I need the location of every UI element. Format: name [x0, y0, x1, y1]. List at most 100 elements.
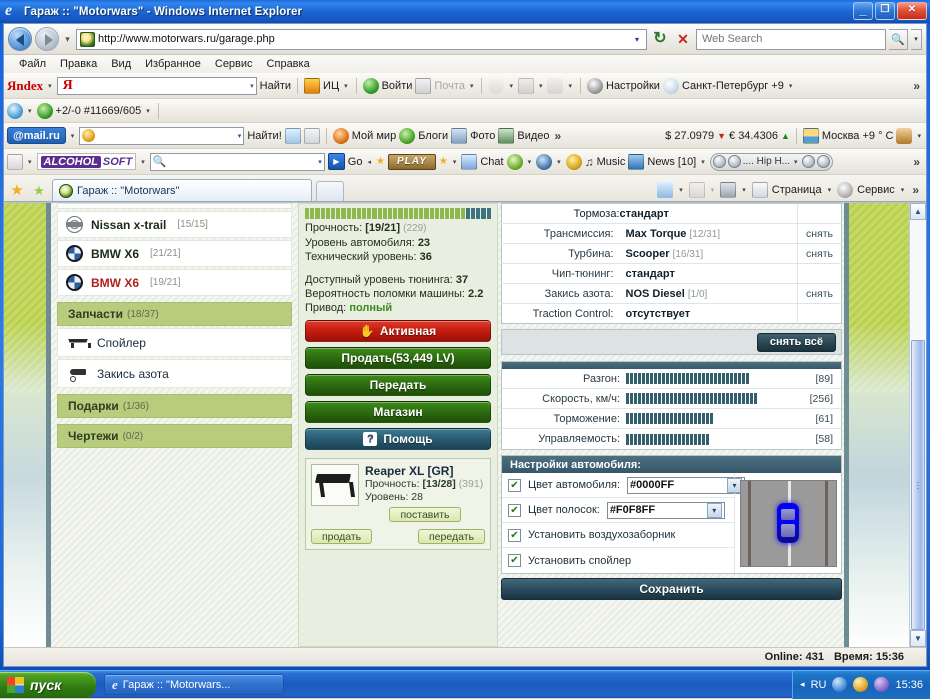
- rating-votes[interactable]: +2/-0: [56, 105, 81, 117]
- item-sell-button[interactable]: продать: [311, 529, 372, 544]
- table-row[interactable]: Чип-тюнинг: стандарт: [502, 264, 842, 284]
- news-chevron-icon[interactable]: ▾: [699, 158, 707, 166]
- browser-search-input[interactable]: [696, 29, 886, 50]
- spoiler-checkbox[interactable]: [508, 554, 521, 567]
- alcohol-search-input[interactable]: 🔍 ▾: [150, 153, 325, 171]
- yandex-ic-label[interactable]: ИЦ: [323, 80, 339, 92]
- tray-icon-network[interactable]: [832, 677, 847, 692]
- play-button[interactable]: PLAY: [388, 154, 436, 170]
- mailru-edit-icon[interactable]: [285, 128, 301, 144]
- table-row[interactable]: Traction Control: отсутствует: [502, 304, 842, 324]
- remove-all-button[interactable]: снять всё: [757, 333, 836, 352]
- home-icon[interactable]: [657, 182, 673, 198]
- tuning-action[interactable]: [798, 204, 842, 224]
- new-tab-button[interactable]: [316, 181, 344, 201]
- mailru-link-blogs[interactable]: Блоги: [418, 130, 448, 142]
- alcohol-menu-chevron-icon[interactable]: ▾: [139, 158, 147, 166]
- sidebar-section-blueprints[interactable]: Чертежи (0/2): [57, 424, 292, 448]
- yandex-disk-chevron-icon[interactable]: ▾: [566, 82, 574, 90]
- language-indicator[interactable]: RU: [811, 679, 827, 691]
- mailru-extras-icon[interactable]: [896, 128, 912, 144]
- yandex-people-chevron-icon[interactable]: ▾: [507, 82, 515, 90]
- yandex-city-chevron-icon[interactable]: ▾: [787, 82, 795, 90]
- page-menu-button[interactable]: Страница: [772, 184, 822, 196]
- tools-menu-chevron-icon[interactable]: ▾: [899, 186, 907, 194]
- sidebar-item-spoiler[interactable]: Спойлер: [57, 328, 292, 357]
- tuning-remove-link[interactable]: снять: [798, 244, 842, 264]
- print-chevron-icon[interactable]: ▾: [740, 186, 748, 194]
- home-chevron-icon[interactable]: ▾: [677, 186, 685, 194]
- toolbar-blue-icon[interactable]: [536, 154, 552, 170]
- stripe-color-select[interactable]: #F0F8FF: [607, 502, 725, 519]
- item-transfer-button[interactable]: передать: [418, 529, 485, 544]
- alcohol-logo[interactable]: ALCOHOL SOFT: [37, 153, 137, 170]
- start-button[interactable]: пуск: [0, 672, 96, 698]
- tuning-remove-link[interactable]: снять: [798, 284, 842, 304]
- mailru-search-input[interactable]: ▾: [79, 127, 244, 145]
- yandex-mail-chevron-icon[interactable]: ▾: [468, 82, 476, 90]
- gear-icon[interactable]: [587, 78, 603, 94]
- chevron-down-icon[interactable]: [707, 503, 722, 518]
- sidebar-section-gifts[interactable]: Подарки (1/36): [57, 394, 292, 418]
- yandex-ic-chevron-icon[interactable]: ▾: [342, 82, 350, 90]
- tab-garage[interactable]: Гараж :: "Motorwars": [52, 179, 312, 201]
- menu-tools[interactable]: Сервис: [208, 57, 260, 71]
- address-dropdown-chevron-icon[interactable]: ▾: [630, 35, 644, 44]
- sidebar-item-nitrous[interactable]: Закись азота: [57, 359, 292, 388]
- yandex-settings-button[interactable]: Настройки: [606, 80, 660, 92]
- mailru-page-icon[interactable]: [304, 128, 320, 144]
- menu-file[interactable]: Файл: [12, 57, 53, 71]
- sidebar-item-car-bmw-1[interactable]: BMW X6 [21/21]: [57, 240, 292, 267]
- table-row[interactable]: Турбина: Scooper [16/31] снять: [502, 244, 842, 264]
- chat-label[interactable]: Chat: [480, 156, 503, 168]
- rating-app-chevron-icon[interactable]: ▾: [26, 107, 34, 115]
- car-color-checkbox[interactable]: [508, 479, 521, 492]
- mailru-overflow-icon[interactable]: »: [553, 129, 564, 143]
- address-bar[interactable]: http://www.motorwars.ru/garage.php ▾: [76, 29, 647, 50]
- favorites-star-icon[interactable]: [8, 179, 26, 201]
- mailru-menu-chevron-icon[interactable]: ▾: [69, 132, 77, 140]
- mailru-link-photo[interactable]: Фото: [470, 130, 495, 142]
- refresh-icon[interactable]: [650, 29, 670, 49]
- tray-expand-chevron-icon[interactable]: ◂: [800, 679, 805, 690]
- feeds-icon[interactable]: [689, 182, 705, 198]
- shop-button[interactable]: Магазин: [305, 401, 491, 423]
- mailru-logo[interactable]: @mail.ru: [7, 127, 66, 144]
- tools-menu-button[interactable]: Сервис: [857, 184, 895, 196]
- tray-icon-app[interactable]: [874, 677, 889, 692]
- print-icon[interactable]: [720, 182, 736, 198]
- music-label[interactable]: Music: [597, 156, 626, 168]
- shield-icon[interactable]: [566, 154, 582, 170]
- mailru-extras-chevron-icon[interactable]: ▾: [915, 132, 923, 140]
- car-color-select[interactable]: #0000FF: [627, 477, 745, 494]
- table-row[interactable]: Трансмиссия: Max Torque [12/31] снять: [502, 224, 842, 244]
- tray-icon-update[interactable]: [853, 677, 868, 692]
- media-chevron-icon[interactable]: ▾: [792, 158, 800, 166]
- yandex-notes-chevron-icon[interactable]: ▾: [537, 82, 545, 90]
- search-field[interactable]: [700, 32, 882, 46]
- tab-toolbar-overflow-icon[interactable]: »: [912, 183, 922, 197]
- alcohol-search-chevron-icon[interactable]: ▾: [314, 158, 322, 166]
- stop-icon[interactable]: [673, 29, 693, 49]
- rating-app-icon[interactable]: [7, 103, 23, 119]
- media-mute-icon[interactable]: [817, 155, 830, 168]
- transfer-button[interactable]: Передать: [305, 374, 491, 396]
- rating-chevron-icon[interactable]: ▾: [144, 107, 152, 115]
- equip-button[interactable]: поставить: [389, 507, 460, 522]
- sidebar-item-car-nissan[interactable]: Nissan x-trail [15/15]: [57, 211, 292, 238]
- rating-rank[interactable]: #11669/605: [84, 105, 141, 117]
- yandex-city-label[interactable]: Санкт-Петербург +9: [682, 80, 784, 92]
- yandex-mail-label[interactable]: Почта: [434, 80, 465, 92]
- active-button[interactable]: Активная: [305, 320, 491, 342]
- toolbar-green-chevron-icon[interactable]: ▾: [526, 158, 534, 166]
- toolbar-green-icon[interactable]: [507, 154, 523, 170]
- scrollbar-thumb[interactable]: [911, 340, 925, 630]
- sidebar-item-car-bmw-2-selected[interactable]: BMW X6 [19/21]: [57, 269, 292, 296]
- tuning-remove-link[interactable]: снять: [798, 224, 842, 244]
- scrollbar-track[interactable]: [910, 220, 926, 630]
- table-row-clipped[interactable]: Тормоза: стандарт: [502, 204, 842, 224]
- alcohol-go-icon[interactable]: [328, 153, 345, 170]
- news-label[interactable]: News: [647, 156, 675, 168]
- yandex-notes-icon[interactable]: [518, 78, 534, 94]
- page-vertical-scrollbar[interactable]: [909, 203, 926, 647]
